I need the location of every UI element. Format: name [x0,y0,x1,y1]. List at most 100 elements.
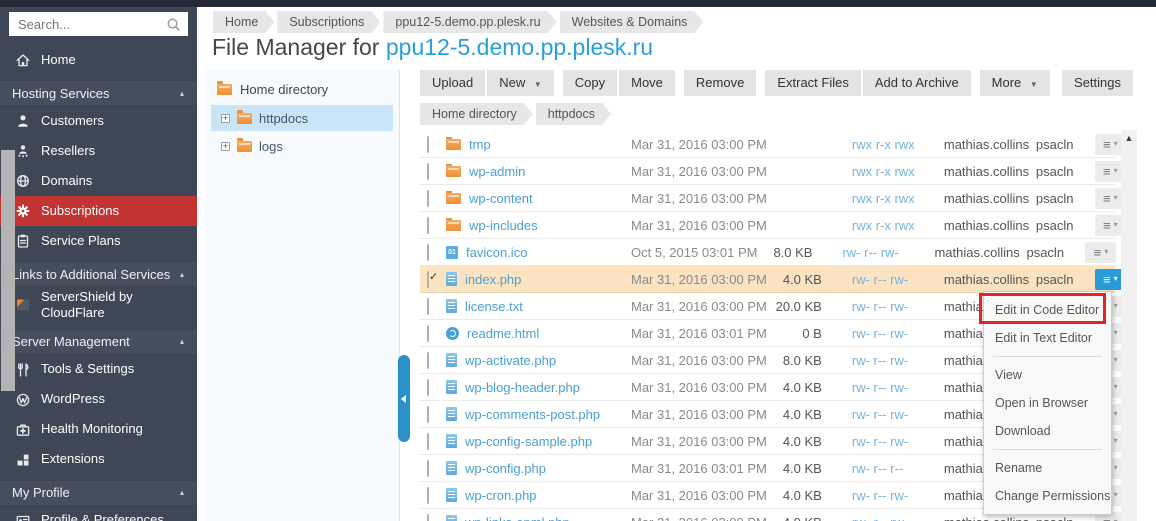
row-menu-button[interactable]: ≡▾ [1085,242,1116,263]
row-checkbox[interactable] [427,136,429,153]
path-item-home-directory[interactable]: Home directory [420,103,533,125]
sidebar-item-tools-settings[interactable]: Tools & Settings [0,355,197,385]
row-checkbox[interactable] [427,460,429,477]
permissions-link[interactable]: rw- r-- rw- [852,434,944,449]
tree-collapse-handle[interactable] [398,355,410,442]
file-name-link[interactable]: wp-content [446,191,631,206]
sidebar-item-customers[interactable]: Customers [0,106,197,136]
file-name-link[interactable]: license.txt [446,299,631,314]
row-checkbox[interactable] [427,325,429,342]
permissions-link[interactable]: rw- r-- rw- [852,488,944,503]
table-row-favicon-ico[interactable]: favicon.icoOct 5, 2015 03:01 PM8.0 KBrw-… [420,239,1115,266]
breadcrumb-item-ppu12-5-demo-pp-plesk-ru[interactable]: ppu12-5.demo.pp.plesk.ru [383,11,556,33]
menu-item-open-in-browser[interactable]: Open in Browser [984,389,1111,417]
file-name-link[interactable]: wp-cron.php [446,488,631,503]
permissions-link[interactable]: rw- r-- rw- [852,515,944,521]
expand-icon[interactable]: + [221,114,230,123]
sidebar-item-extensions[interactable]: Extensions [0,445,197,475]
breadcrumb-item-subscriptions[interactable]: Subscriptions [277,11,380,33]
tree-item-logs[interactable]: +logs [211,133,393,159]
file-name-link[interactable]: index.php [446,272,631,287]
upload-button[interactable]: Upload [420,70,485,96]
breadcrumb-item-home[interactable]: Home [213,11,274,33]
sidebar-item-resellers[interactable]: Resellers [0,136,197,166]
menu-item-edit-in-text-editor[interactable]: Edit in Text Editor [984,324,1111,352]
vertical-scrollbar[interactable]: ▲ [1121,130,1137,521]
row-checkbox[interactable] [427,406,429,423]
file-name-link[interactable]: wp-includes [446,218,631,233]
row-checkbox[interactable] [427,379,429,396]
sidebar-item-wordpress[interactable]: WordPress [0,385,197,415]
permissions-link[interactable]: rw- r-- rw- [852,326,944,341]
permissions-link[interactable]: rw- r-- rw- [852,272,944,287]
sidebar-item-home[interactable]: Home [0,45,197,75]
menu-item-change-permissions[interactable]: Change Permissions [984,482,1111,510]
permissions-link[interactable]: rwx r-x rwx [852,137,944,152]
row-checkbox[interactable] [427,514,429,521]
permissions-link[interactable]: rw- r-- rw- [852,380,944,395]
table-row-tmp[interactable]: tmpMar 31, 2016 03:00 PMrwx r-x rwxmathi… [420,131,1115,158]
add-to-archive-button[interactable]: Add to Archive [863,70,971,96]
file-name-link[interactable]: wp-activate.php [446,353,631,368]
file-name-link[interactable]: wp-comments-post.php [446,407,631,422]
file-name-link[interactable]: wp-links-opml.php [446,515,631,521]
copy-button[interactable]: Copy [563,70,617,96]
sidebar-section-hosting-services[interactable]: Hosting Services▴ [0,80,197,106]
sidebar-item-profile-preferences[interactable]: Profile & Preferences [0,506,197,521]
file-name-link[interactable]: favicon.ico [446,245,631,260]
row-checkbox[interactable] [427,433,429,450]
file-name-link[interactable]: wp-config.php [446,461,631,476]
row-checkbox[interactable] [427,190,429,207]
new-button[interactable]: New ▼ [487,70,554,96]
permissions-link[interactable]: rw- r-- rw- [842,245,934,260]
sidebar-item-health-monitoring[interactable]: Health Monitoring [0,415,197,445]
permissions-link[interactable]: rwx r-x rwx [852,218,944,233]
move-button[interactable]: Move [619,70,675,96]
sidebar-item-subscriptions[interactable]: Subscriptions [0,196,197,226]
file-name-link[interactable]: readme.html [446,326,631,341]
table-row-wp-content[interactable]: wp-contentMar 31, 2016 03:00 PMrwx r-x r… [420,185,1115,212]
table-row-wp-admin[interactable]: wp-adminMar 31, 2016 03:00 PMrwx r-x rwx… [420,158,1115,185]
search-input[interactable] [18,17,166,32]
row-checkbox[interactable] [427,244,429,261]
sidebar-section-server-management[interactable]: Server Management▴ [0,329,197,355]
sidebar-item-domains[interactable]: Domains [0,166,197,196]
tree-root-home-directory[interactable]: Home directory [205,70,399,103]
more-button[interactable]: More ▼ [980,70,1050,96]
menu-item-download[interactable]: Download [984,417,1111,445]
row-checkbox[interactable] [427,352,429,369]
tree-item-httpdocs[interactable]: +httpdocs [211,105,393,131]
remove-button[interactable]: Remove [684,70,756,96]
row-checkbox[interactable] [427,298,429,315]
file-name-link[interactable]: tmp [446,137,631,152]
permissions-link[interactable]: rw- r-- r-- [852,461,944,476]
menu-item-rename[interactable]: Rename [984,454,1111,482]
table-row-index-php[interactable]: index.phpMar 31, 2016 03:00 PM4.0 KBrw- … [420,266,1115,293]
file-name-link[interactable]: wp-config-sample.php [446,434,631,449]
row-checkbox[interactable] [427,271,429,288]
file-name-link[interactable]: wp-blog-header.php [446,380,631,395]
scroll-up-icon[interactable]: ▲ [1121,130,1137,146]
table-row-wp-includes[interactable]: wp-includesMar 31, 2016 03:00 PMrwx r-x … [420,212,1115,239]
file-name-link[interactable]: wp-admin [446,164,631,179]
sidebar-item-service-plans[interactable]: Service Plans [0,226,197,256]
path-item-httpdocs[interactable]: httpdocs [536,103,611,125]
row-checkbox[interactable] [427,487,429,504]
extract-files-button[interactable]: Extract Files [765,70,861,96]
permissions-link[interactable]: rwx r-x rwx [852,191,944,206]
scrollbar-thumb[interactable] [1,150,15,391]
sidebar-search-box[interactable] [9,12,188,36]
settings-button[interactable]: Settings [1062,70,1133,96]
menu-item-edit-in-code-editor[interactable]: Edit in Code Editor [984,296,1111,324]
menu-item-view[interactable]: View [984,361,1111,389]
permissions-link[interactable]: rwx r-x rwx [852,164,944,179]
permissions-link[interactable]: rw- r-- rw- [852,353,944,368]
breadcrumb-item-websites-domains[interactable]: Websites & Domains [560,11,704,33]
row-checkbox[interactable] [427,217,429,234]
sidebar-section-links-to-additional-services[interactable]: Links to Additional Services▴ [0,261,197,287]
row-checkbox[interactable] [427,163,429,180]
sidebar-item-servershield-by-cloudflare[interactable]: ServerShield by CloudFlare [0,287,197,324]
permissions-link[interactable]: rw- r-- rw- [852,407,944,422]
expand-icon[interactable]: + [221,142,230,151]
sidebar-section-my-profile[interactable]: My Profile▴ [0,480,197,506]
